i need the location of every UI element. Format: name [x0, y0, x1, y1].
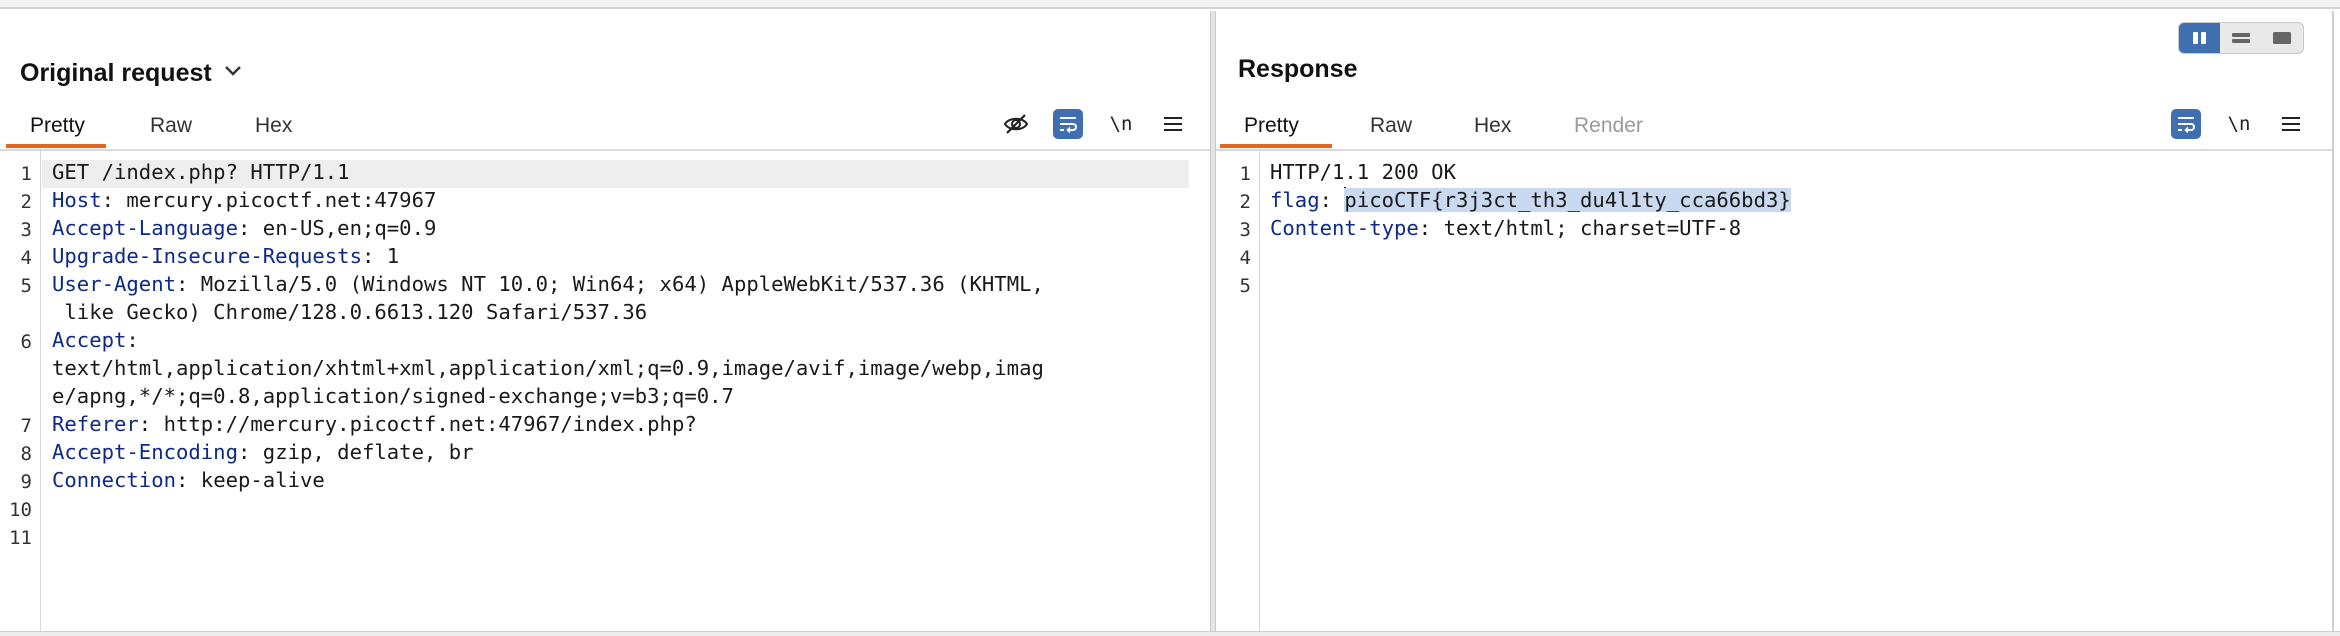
- line-number: 3: [1239, 219, 1251, 241]
- header-key: Accept-Encoding: [52, 440, 238, 464]
- header-key: Accept-Language: [52, 216, 238, 240]
- header-value: Mozilla/5.0 (Windows NT 10.0; Win64; x64…: [188, 272, 1044, 296]
- bottom-edge: [0, 631, 2340, 636]
- response-editor[interactable]: 1 2 3 4 5 HTTP/1.1 200 OK flag: picoCTF{…: [1216, 151, 2332, 633]
- line-number: 10: [9, 499, 32, 521]
- response-line: flag: picoCTF{r3j3ct_th3_du4l1ty_cca66bd…: [1270, 187, 1791, 212]
- request-line: Accept:: [52, 328, 139, 352]
- header-value: http://mercury.picoctf.net:47967/index.p…: [151, 412, 697, 436]
- line-number: 7: [20, 415, 32, 437]
- request-line: User-Agent: Mozilla/5.0 (Windows NT 10.0…: [52, 272, 1044, 296]
- line-number: 2: [20, 191, 32, 213]
- request-editor[interactable]: 1 2 3 4 5 6 7 8 9 10 11 GET /index.php? …: [0, 151, 1210, 633]
- response-title: Response: [1238, 55, 1358, 83]
- tab-hex[interactable]: Hex: [231, 103, 316, 148]
- wrap-lines-icon[interactable]: [2171, 109, 2201, 139]
- line-number: 4: [1239, 247, 1251, 269]
- request-title: Original request: [20, 59, 212, 87]
- eye-off-icon[interactable]: [1001, 109, 1031, 139]
- header-key: User-Agent: [52, 272, 176, 296]
- header-value: mercury.picoctf.net:47967: [114, 188, 437, 212]
- chevron-down-icon: [224, 55, 242, 84]
- flag-value-selected[interactable]: picoCTF{r3j3ct_th3_du4l1ty_cca66bd3}: [1344, 188, 1791, 212]
- newline-icon[interactable]: \n: [1106, 109, 1136, 139]
- header-key: Connection: [52, 468, 176, 492]
- request-line: Upgrade-Insecure-Requests: 1: [52, 244, 400, 268]
- line-number: 5: [20, 275, 32, 297]
- request-line-wrapped: e/apng,*/*;q=0.8,application/signed-exch…: [52, 384, 734, 408]
- request-line-wrapped: like Gecko) Chrome/128.0.6613.120 Safari…: [52, 300, 648, 324]
- line-number: 9: [20, 471, 32, 493]
- line-number: 3: [20, 219, 32, 241]
- request-line: Accept-Language: en-US,en;q=0.9: [52, 216, 437, 240]
- response-code: HTTP/1.1 200 OK flag: picoCTF{r3j3ct_th3…: [1270, 151, 1791, 291]
- window-edge: [2332, 11, 2334, 633]
- line-number-gutter: 1 2 3 4 5: [1216, 151, 1260, 633]
- request-code: GET /index.php? HTTP/1.1 Host: mercury.p…: [52, 151, 1044, 543]
- line-number-gutter: 1 2 3 4 5 6 7 8 9 10 11: [0, 151, 41, 633]
- tab-pretty[interactable]: Pretty: [6, 103, 106, 148]
- response-pane: Response Pretty Raw Hex Render \n 1 2 3 …: [1216, 11, 2332, 633]
- header-value: text/html; charset=UTF-8: [1431, 216, 1742, 240]
- layout-rows-icon[interactable]: [2220, 23, 2261, 53]
- response-line: HTTP/1.1 200 OK: [1270, 160, 1456, 184]
- tab-render[interactable]: Render: [1550, 103, 1667, 148]
- response-line: Content-type: text/html; charset=UTF-8: [1270, 216, 1742, 240]
- header-value: en-US,en;q=0.9: [250, 216, 437, 240]
- request-line: GET /index.php? HTTP/1.1: [52, 160, 350, 184]
- top-strip: [0, 0, 2340, 9]
- tab-hex[interactable]: Hex: [1450, 103, 1535, 148]
- line-number: 4: [20, 247, 32, 269]
- line-number: 2: [1239, 191, 1251, 213]
- header-key: Accept: [52, 328, 127, 352]
- header-key: Upgrade-Insecure-Requests: [52, 244, 362, 268]
- header-value: keep-alive: [188, 468, 325, 492]
- line-number: 8: [20, 443, 32, 465]
- tab-pretty[interactable]: Pretty: [1220, 103, 1332, 148]
- menu-icon[interactable]: [1158, 109, 1188, 139]
- header-value: gzip, deflate, br: [250, 440, 474, 464]
- request-line-wrapped: text/html,application/xhtml+xml,applicat…: [52, 356, 1044, 380]
- header-key: Host: [52, 188, 102, 212]
- request-pane: Original request Pretty Raw Hex \n 1 2 3…: [0, 11, 1210, 633]
- tab-raw[interactable]: Raw: [1346, 103, 1436, 148]
- newline-icon[interactable]: \n: [2224, 109, 2254, 139]
- line-number: 5: [1239, 275, 1251, 297]
- newline-label: \n: [1109, 113, 1133, 135]
- request-line: Host: mercury.picoctf.net:47967: [52, 188, 437, 212]
- wrap-lines-icon[interactable]: [1053, 109, 1083, 139]
- layout-toggle: [2178, 22, 2304, 54]
- layout-split-icon[interactable]: [2179, 23, 2221, 53]
- menu-icon[interactable]: [2276, 109, 2306, 139]
- newline-label: \n: [2227, 113, 2251, 135]
- line-number: 11: [9, 527, 32, 549]
- line-number: 6: [20, 331, 32, 353]
- line-number: 1: [20, 163, 32, 185]
- request-line: Accept-Encoding: gzip, deflate, br: [52, 440, 474, 464]
- tab-raw[interactable]: Raw: [126, 103, 216, 148]
- request-title-dropdown[interactable]: Original request: [20, 55, 242, 88]
- request-line: Referer: http://mercury.picoctf.net:4796…: [52, 412, 697, 436]
- header-value: 1: [374, 244, 400, 268]
- header-key: Content-type: [1270, 216, 1419, 240]
- header-key: Referer: [52, 412, 139, 436]
- layout-single-icon[interactable]: [2262, 23, 2303, 53]
- request-line: Connection: keep-alive: [52, 468, 325, 492]
- header-key: flag: [1270, 188, 1320, 212]
- line-number: 1: [1239, 163, 1251, 185]
